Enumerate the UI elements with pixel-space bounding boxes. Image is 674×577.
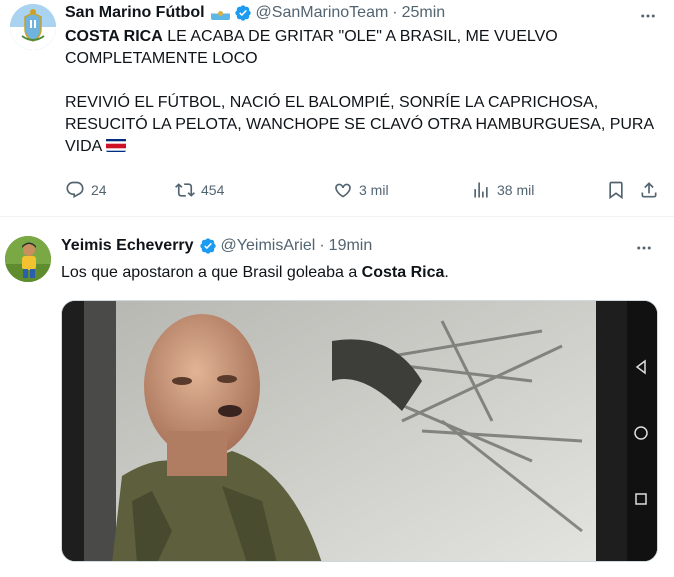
bookmark-button[interactable] — [606, 178, 632, 202]
tweet-video[interactable] — [61, 300, 658, 562]
san-marino-flag-icon — [210, 6, 230, 20]
reply-count: 24 — [91, 182, 107, 198]
like-button[interactable]: 3 mil — [333, 178, 389, 202]
share-icon — [641, 182, 657, 198]
more-icon[interactable] — [638, 6, 658, 26]
more-icon[interactable] — [634, 238, 654, 258]
tweet-text: COSTA RICA LE ACABA DE GRITAR "OLE" A BR… — [65, 26, 665, 158]
reply-button[interactable]: 24 — [65, 178, 107, 202]
retweet-count: 454 — [201, 182, 225, 198]
android-home-icon[interactable] — [633, 425, 649, 441]
author-handle[interactable]: @YeimisAriel — [221, 237, 316, 255]
tweet-text: Los que apostaron a que Brasil goleaba a… — [61, 262, 449, 284]
tweet-header: Yeimis Echeverry @YeimisAriel · 19min — [61, 236, 372, 256]
timestamp[interactable]: 25min — [402, 4, 446, 22]
share-button[interactable] — [639, 178, 665, 202]
tweet-header: San Marino Fútbol @SanMarinoTeam · 25min — [65, 3, 445, 23]
android-back-icon[interactable] — [633, 359, 649, 375]
bookmark-icon — [609, 181, 623, 200]
timestamp[interactable]: 19min — [329, 237, 373, 255]
tweet-text-prefix: Los que apostaron a que Brasil goleaba a — [61, 264, 362, 281]
tweet-text-bold[interactable]: Costa Rica — [362, 264, 445, 281]
tweet-text-paragraph: REVIVIÓ EL FÚTBOL, NACIÓ EL BALOMPIÉ, SO… — [65, 94, 654, 155]
views-icon — [474, 182, 488, 198]
verified-icon — [234, 4, 252, 22]
separator-dot: · — [392, 4, 398, 21]
tweet-text-suffix: . — [444, 264, 449, 281]
author-name[interactable]: San Marino Fútbol — [65, 4, 205, 22]
costa-rica-flag-icon — [106, 138, 127, 152]
verified-icon — [199, 237, 217, 255]
like-icon — [335, 183, 351, 198]
android-recents-icon[interactable] — [633, 491, 649, 507]
separator-dot: · — [319, 237, 325, 254]
author-name[interactable]: Yeimis Echeverry — [61, 237, 194, 255]
tweet-actions: 24 454 3 mil 38 mil — [65, 178, 665, 202]
views-count: 38 mil — [497, 182, 535, 198]
tweet[interactable]: Yeimis Echeverry @YeimisAriel · 19min Lo… — [0, 218, 674, 577]
tweet[interactable]: San Marino Fútbol @SanMarinoTeam · 25min… — [0, 0, 674, 217]
retweet-icon — [175, 183, 195, 197]
like-count: 3 mil — [359, 182, 389, 198]
tweet-text-bold[interactable]: COSTA RICA — [65, 28, 163, 45]
author-handle[interactable]: @SanMarinoTeam — [256, 4, 389, 22]
views-button[interactable]: 38 mil — [471, 178, 534, 202]
reply-icon — [66, 181, 84, 199]
avatar[interactable] — [10, 4, 56, 50]
retweet-button[interactable]: 454 — [175, 178, 224, 202]
